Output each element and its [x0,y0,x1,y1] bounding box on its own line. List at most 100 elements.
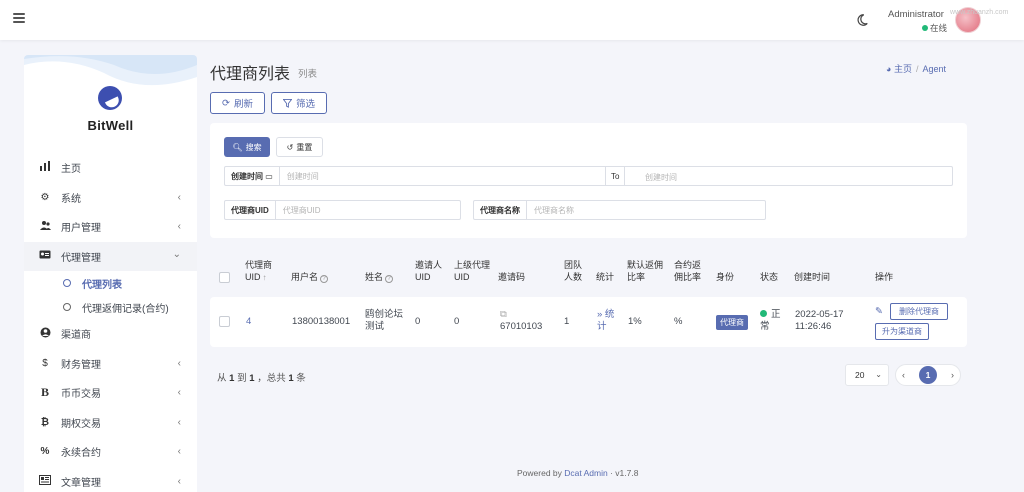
agent-name-input[interactable]: 代理商名称 [527,205,574,216]
table-row: 4 13800138001 鸥创论坛 测试 0 0 ⧉ 67010103 1 » … [210,297,967,347]
page-button-current[interactable]: 1 [919,366,937,384]
dcat-admin-link[interactable]: Dcat Admin [564,468,607,478]
sidebar-item-perpetual[interactable]: % 永续合约 ‹ [24,437,197,467]
top-navbar: Administrator 在线 www.zhuanzh.com [0,0,1024,40]
sidebar-item-options-trading[interactable]: ₿ 期权交易 ‹ [24,408,197,438]
help-icon[interactable]: ? [385,275,394,283]
column-inviter-uid: 邀请人 UID [415,260,443,282]
created-time-label: 创建时间 ▭ [225,167,280,185]
sidebar-item-label: 渠道商 [61,330,91,342]
prev-page-button[interactable]: ‹ [902,370,905,380]
created-time-range-field: 创建时间 ▭ 创建时间 To 创建时间 [224,166,953,186]
reset-button[interactable]: ↺ 重置 [276,137,323,157]
sidebar-item-channel[interactable]: 渠道商 [24,319,197,349]
column-parent-uid: 上级代理 UID [454,260,491,282]
help-icon[interactable]: ? [320,275,329,283]
column-default-rate: 默认返佣 比率 [627,260,664,282]
sidebar-item-label: 期权交易 [61,418,101,430]
gear-icon: ⚙ [40,191,50,203]
agent-uid-input[interactable]: 代理商UID [276,205,321,216]
breadcrumb-home[interactable]: 主页 [894,64,912,74]
sidebar-menu: 主页 ⚙ 系统 ‹ 用户管理 ‹ 代理管理 ⌄ 代理列表 代理返佣记录(合约) … [24,153,197,492]
chevron-down-icon: ⌄ [172,248,181,260]
brand-name: BitWell [87,118,134,133]
funnel-icon [282,98,292,108]
per-page-select[interactable]: 20 ⌄ [845,364,889,386]
breadcrumb-separator: / [915,64,919,74]
dashboard-icon: ◕ [886,64,892,74]
row-checkbox[interactable] [219,316,230,327]
sidebar: BitWell 主页 ⚙ 系统 ‹ 用户管理 ‹ 代理管理 ⌄ 代理列表 代理返… [24,55,197,492]
column-agent-uid[interactable]: 代理商 UID ↑ [245,259,272,284]
search-button[interactable]: 🔍︎ 搜索 [224,137,270,157]
bitcoin-icon: ₿ [40,416,50,428]
cell-parent-uid: 0 [454,316,460,327]
next-page-button[interactable]: › [951,370,954,380]
sidebar-item-agent-management[interactable]: 代理管理 ⌄ [24,241,197,271]
sidebar-item-label: 币币交易 [61,389,101,401]
online-dot-icon [922,25,928,31]
sidebar-item-system[interactable]: ⚙ 系统 ‹ [24,183,197,213]
sidebar-item-label: 主页 [61,164,81,176]
breadcrumb-current: Agent [922,64,947,74]
sidebar-item-spot-trading[interactable]: B 币币交易 ‹ [24,378,197,408]
sidebar-item-users[interactable]: 用户管理 ‹ [24,212,197,242]
calendar-icon: ▭ [265,171,273,181]
column-invite-code: 邀请码 [498,272,526,282]
chevron-left-icon: ‹ [177,416,181,428]
sidebar-subitem-rebate-records[interactable]: 代理返佣记录(合约) [24,295,197,319]
filter-button[interactable]: 筛选 [271,92,327,114]
sidebar-item-home[interactable]: 主页 [24,153,197,183]
sidebar-item-label: 财务管理 [61,359,101,371]
chevron-left-icon: ‹ [177,475,181,487]
sidebar-subitem-label: 代理返佣记录(合约) [82,303,169,315]
sidebar-item-label: 代理管理 [61,252,101,264]
search-label: 搜索 [245,142,262,152]
column-status: 状态 [760,272,779,282]
sidebar-subitem-agent-list[interactable]: 代理列表 [24,271,197,295]
sort-arrow-icon[interactable]: ↑ [263,273,267,282]
moon-icon[interactable] [855,13,869,27]
circle-icon [63,303,71,311]
page-subtitle: 列表 [298,69,318,80]
refresh-button[interactable]: ⟳ 刷新 [210,92,265,114]
cell-contract-rate: % [674,316,683,327]
breadcrumb: ◕ 主页 / Agent [886,62,946,75]
chevron-left-icon: ‹ [177,191,181,203]
filter-panel: 🔍︎ 搜索 ↺ 重置 创建时间 ▭ 创建时间 To 创建时间 代理商UID 代理商U… [210,123,967,238]
cell-inviter-uid: 0 [415,316,421,327]
copy-icon[interactable]: ⧉ [500,309,542,321]
user-name[interactable]: Administrator [888,9,944,20]
footer: Powered by Dcat Admin · v1.7.8 [517,468,639,478]
created-time-end-input[interactable]: 创建时间 [645,172,677,183]
cell-agent-uid[interactable]: 4 [246,316,251,328]
sidebar-item-label: 永续合约 [61,448,101,460]
refresh-label: 刷新 [233,99,253,110]
select-all-checkbox[interactable] [219,272,230,283]
edit-icon[interactable]: ✎ [875,306,883,318]
pagination-summary: 从 1 到 1 ，总共 1 条 [217,373,306,384]
to-label: To [605,167,626,185]
table-header: 代理商 UID ↑ 用户名? 姓名? 邀请人 UID 上级代理 UID 邀请码 团队人… [210,252,967,296]
column-identity: 身份 [716,272,735,282]
sidebar-item-label: 文章管理 [61,477,101,489]
cell-name: 鸥创论坛 测试 [365,309,404,332]
cell-team-count: 1 [564,316,570,327]
agent-name-field: 代理商名称 代理商名称 [473,200,766,220]
filter-label: 筛选 [295,99,315,110]
online-status: 在线 [922,22,947,34]
search-icon: 🔍︎ [232,142,243,152]
agent-uid-label: 代理商UID [225,201,276,219]
column-stats: 统计 [596,272,615,282]
sidebar-item-articles[interactable]: 文章管理 ‹ [24,467,197,492]
chevron-down-icon: ⌄ [875,370,882,379]
bar-chart-icon [38,161,52,174]
upgrade-channel-button[interactable]: 升为渠道商 [875,323,929,340]
hamburger-icon[interactable] [13,13,25,23]
sidebar-item-finance[interactable]: $ 财务管理 ‹ [24,349,197,379]
delete-agent-button[interactable]: 删除代理商 [890,303,948,320]
agent-name-label: 代理商名称 [474,201,527,219]
stats-link[interactable]: » 统计 [597,309,614,333]
page-title: 代理商列表 [210,66,291,83]
created-time-start-input[interactable]: 创建时间 [280,171,319,182]
